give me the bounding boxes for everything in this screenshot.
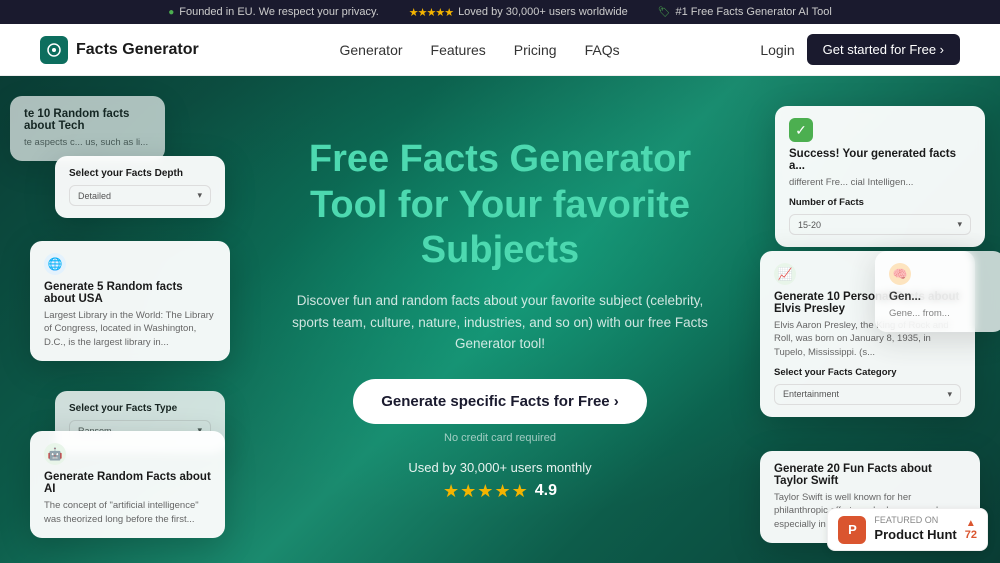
- nav-features[interactable]: Features: [431, 42, 486, 58]
- users-count: Used by 30,000+ users monthly: [290, 460, 710, 475]
- product-hunt-badge[interactable]: P FEATURED ON Product Hunt ▲ 72: [827, 508, 988, 551]
- logo-text: Facts Generator: [76, 41, 199, 59]
- top-bar: ● Founded in EU. We respect your privacy…: [0, 0, 1000, 24]
- topbar-item-2: ★★★★★ Loved by 30,000+ users worldwide: [409, 6, 628, 19]
- number-of-facts-select[interactable]: 15-20 ▾: [789, 214, 971, 235]
- hero-content: Free Facts Generator Tool for Your favor…: [290, 137, 710, 502]
- product-hunt-text: FEATURED ON Product Hunt: [874, 515, 956, 544]
- rating-score: 4.9: [535, 482, 557, 500]
- topbar-item-1: ● Founded in EU. We respect your privacy…: [168, 6, 379, 18]
- no-credit-text: No credit card required: [290, 432, 710, 444]
- generate-button[interactable]: Generate specific Facts for Free ›: [353, 379, 647, 424]
- facts-category-select[interactable]: Entertainment ▾: [774, 384, 961, 405]
- card-gen-right: 🧠 Gen... Gene... from...: [875, 251, 1000, 332]
- rating: ★★★★★ 4.9: [290, 481, 710, 502]
- nav-actions: Login Get started for Free ›: [760, 34, 960, 65]
- nav-faqs[interactable]: FAQs: [585, 42, 620, 58]
- brain-icon: 🧠: [889, 263, 911, 285]
- robot-icon: 🤖: [44, 443, 66, 465]
- facts-depth-select[interactable]: Detailed ▾: [69, 185, 211, 206]
- card-success: ✓ Success! Your generated facts a... dif…: [775, 106, 985, 247]
- logo[interactable]: Facts Generator: [40, 36, 199, 64]
- card-usa-facts: 🌐 Generate 5 Random facts about USA Larg…: [30, 241, 230, 361]
- dot-icon-2: 🏷: [658, 7, 671, 18]
- nav-pricing[interactable]: Pricing: [514, 42, 557, 58]
- card-ai-facts: 🤖 Generate Random Facts about AI The con…: [30, 431, 225, 538]
- get-started-button[interactable]: Get started for Free ›: [807, 34, 960, 65]
- product-hunt-logo: P: [838, 516, 866, 544]
- hero-title: Free Facts Generator Tool for Your favor…: [290, 137, 710, 274]
- logo-icon: [40, 36, 68, 64]
- card-tech-facts: te 10 Random facts about Tech te aspects…: [10, 96, 165, 161]
- navbar: Facts Generator Generator Features Prici…: [0, 24, 1000, 76]
- trend-icon: 📈: [774, 263, 796, 285]
- hero-subtitle: Discover fun and random facts about your…: [290, 290, 710, 355]
- rating-stars: ★★★★★: [443, 481, 529, 502]
- nav-generator[interactable]: Generator: [339, 42, 402, 58]
- product-hunt-count: ▲ 72: [965, 518, 977, 541]
- check-icon: ✓: [789, 118, 813, 142]
- dot-icon: ●: [168, 7, 174, 18]
- nav-links: Generator Features Pricing FAQs: [339, 42, 619, 58]
- hero-section: te 10 Random facts about Tech te aspects…: [0, 76, 1000, 563]
- topbar-item-3: 🏷 #1 Free Facts Generator AI Tool: [658, 6, 832, 18]
- card-facts-depth: Select your Facts Depth Detailed ▾: [55, 156, 225, 218]
- globe-icon: 🌐: [44, 253, 66, 275]
- login-button[interactable]: Login: [760, 42, 794, 58]
